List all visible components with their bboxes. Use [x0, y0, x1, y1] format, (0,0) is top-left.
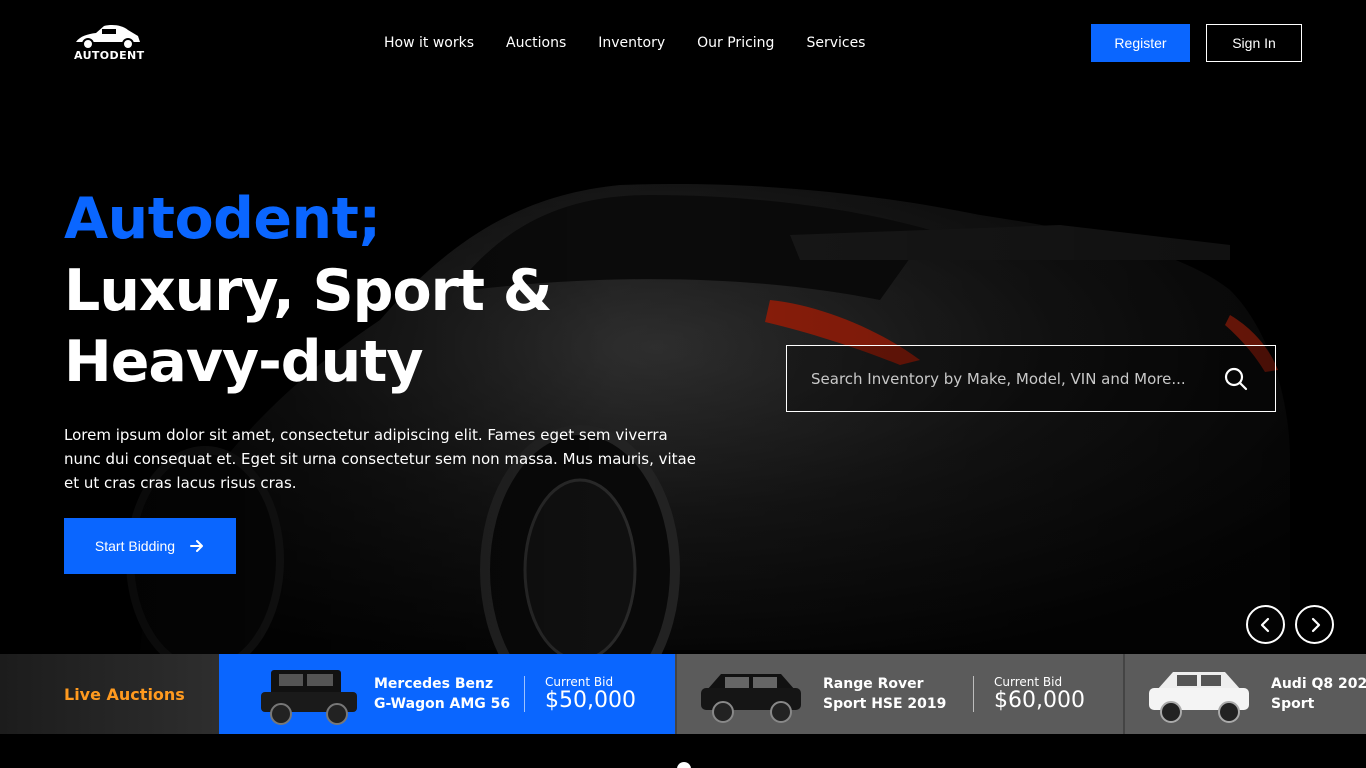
carousel-next-button[interactable]: [1295, 605, 1334, 644]
card-divider: [524, 676, 525, 712]
register-button[interactable]: Register: [1091, 24, 1190, 62]
brand-name: AUTODENT: [74, 49, 145, 62]
auction-car-model: Sport HSE 2019: [823, 696, 947, 712]
arrow-right-icon: [190, 540, 204, 552]
auction-car-make: Audi Q8 2020: [1271, 676, 1366, 692]
car-thumbnail: [701, 674, 801, 723]
nav-our-pricing[interactable]: Our Pricing: [697, 33, 774, 53]
inventory-search: [786, 345, 1276, 412]
auction-car-make: Mercedes Benz: [374, 676, 494, 692]
nav-auctions[interactable]: Auctions: [506, 33, 566, 53]
search-icon[interactable]: [1223, 366, 1249, 392]
nav-how-it-works[interactable]: How it works: [384, 33, 474, 53]
live-auctions-strip: Live Auctions Mercedes Benz G-Wagon AMG …: [0, 654, 1366, 734]
search-input[interactable]: [811, 366, 1211, 392]
chevron-right-icon: [1311, 617, 1320, 632]
auction-car-name: Mercedes Benz G-Wagon AMG 56: [374, 674, 510, 714]
car-thumbnail: [261, 670, 357, 725]
auction-car-name: Audi Q8 2020 Sport: [1271, 674, 1366, 714]
auction-card[interactable]: Range Rover Sport HSE 2019 Current Bid $…: [675, 654, 1123, 734]
auction-car-name: Range Rover Sport HSE 2019: [823, 674, 946, 714]
current-bid-label: Current Bid: [994, 675, 1063, 689]
auction-card[interactable]: Audi Q8 2020 Sport: [1123, 654, 1366, 734]
current-bid-value: $50,000: [545, 688, 636, 713]
nav-inventory[interactable]: Inventory: [598, 33, 665, 53]
chevron-left-icon: [1260, 617, 1269, 632]
signin-button[interactable]: Sign In: [1206, 24, 1302, 62]
current-bid-label: Current Bid: [545, 675, 614, 689]
hero-title-line-2: Heavy-duty: [64, 329, 424, 395]
main-nav: How it works Auctions Inventory Our Pric…: [384, 33, 865, 53]
carousel-prev-button[interactable]: [1246, 605, 1285, 644]
start-bidding-label: Start Bidding: [94, 538, 176, 554]
auction-card[interactable]: Mercedes Benz G-Wagon AMG 56 Current Bid…: [219, 654, 675, 734]
auction-car-make: Range Rover: [823, 676, 924, 692]
auction-car-model: Sport: [1271, 696, 1315, 712]
auction-car-model: G-Wagon AMG 56: [374, 696, 511, 712]
hero-title-line-1: Luxury, Sport &: [64, 258, 553, 324]
car-thumbnail: [1149, 672, 1249, 723]
hero-description: Lorem ipsum dolor sit amet, consectetur …: [64, 426, 696, 492]
hero-brand-line: Autodent;: [64, 186, 381, 252]
start-bidding-button[interactable]: Start Bidding: [64, 518, 236, 574]
live-auctions-label: Live Auctions: [0, 654, 219, 734]
card-divider: [973, 676, 974, 712]
current-bid-value: $60,000: [994, 688, 1085, 713]
nav-services[interactable]: Services: [806, 33, 865, 53]
